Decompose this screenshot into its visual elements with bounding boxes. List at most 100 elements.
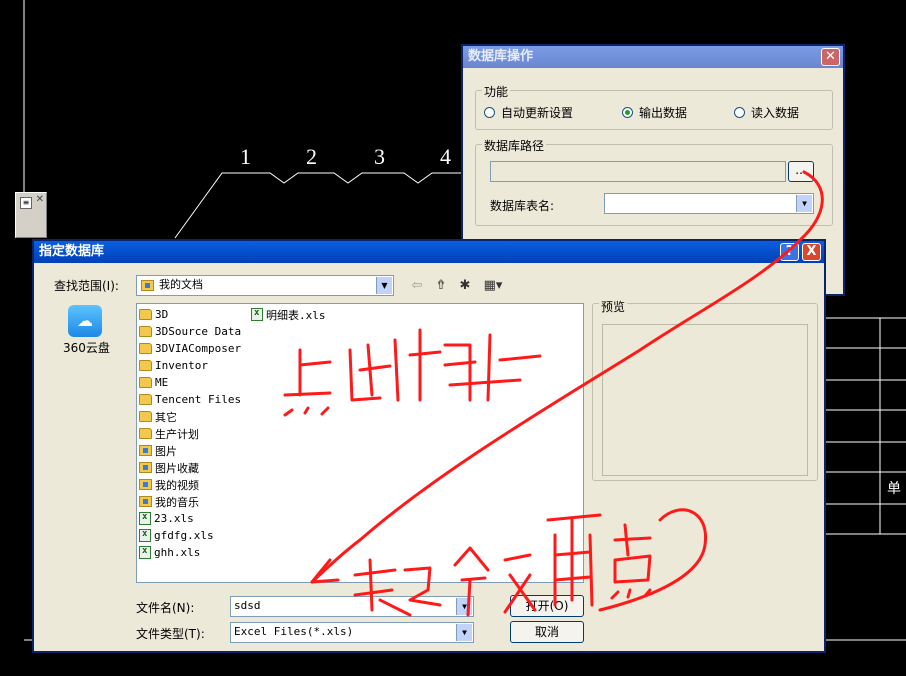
preview-label: 预览 xyxy=(599,298,628,315)
radio-auto-update-dot xyxy=(484,107,495,118)
table-name-select[interactable]: ▼ xyxy=(604,193,814,214)
file-name-label: 文件名(N): xyxy=(136,601,195,615)
pictures-folder-icon xyxy=(139,462,152,473)
radio-auto-update[interactable]: 自动更新设置 xyxy=(484,104,573,121)
radio-import-data-label: 读入数据 xyxy=(751,106,800,120)
radio-export-data[interactable]: 输出数据 xyxy=(622,104,687,121)
list-item[interactable]: ghh.xls xyxy=(139,544,200,561)
look-in-label: 查找范围(I): xyxy=(54,279,119,293)
file-name: 23.xls xyxy=(154,512,194,525)
file-name: Tencent Files xyxy=(155,393,242,406)
browse-button[interactable]: ... xyxy=(788,161,814,182)
list-item[interactable]: gfdfg.xls xyxy=(139,527,214,544)
radio-import-data-dot xyxy=(734,107,745,118)
list-item[interactable]: 23.xls xyxy=(139,510,194,527)
list-item[interactable]: Tencent Files xyxy=(139,391,241,408)
file-name: Inventor xyxy=(155,359,208,372)
file-name: ME xyxy=(155,376,169,389)
file-name-value: sdsd xyxy=(234,599,261,612)
help-button[interactable]: ? xyxy=(780,243,799,261)
cad-number-1: 1 xyxy=(240,144,251,169)
list-item[interactable]: ME xyxy=(139,374,168,391)
palette-icon: ≡ xyxy=(20,197,32,209)
list-item[interactable]: 我的音乐 xyxy=(139,493,199,510)
list-item[interactable]: 生产计划 xyxy=(139,425,199,442)
look-in-value: 我的文档 xyxy=(159,278,203,291)
cloud-drive-icon[interactable]: ☁ xyxy=(68,305,102,337)
file-name: 3D xyxy=(155,308,169,321)
chevron-down-icon: ▼ xyxy=(456,624,472,641)
excel-file-icon xyxy=(139,529,151,542)
radio-auto-update-label: 自动更新设置 xyxy=(501,106,574,120)
file-name: 3DSource Data xyxy=(155,325,242,338)
file-list[interactable]: 3D 3DSource Data 3DVIAComposer Inventor … xyxy=(136,303,584,583)
file-name-input[interactable]: sdsd ▼ xyxy=(230,596,474,617)
look-in-select[interactable]: 我的文档 ▼ xyxy=(136,275,394,296)
folder-icon xyxy=(139,360,152,371)
folder-icon xyxy=(139,309,152,320)
radio-export-data-label: 输出数据 xyxy=(639,106,688,120)
file-name: 其它 xyxy=(155,410,177,424)
function-group-label: 功能 xyxy=(482,83,511,100)
function-group: 功能 自动更新设置 输出数据 读入数据 xyxy=(475,83,833,130)
database-path-label: 数据库路径 xyxy=(482,137,547,154)
db-window-titlebar[interactable]: 数据库操作 ✕ xyxy=(463,46,843,68)
file-name: 明细表.xls xyxy=(266,308,326,322)
file-name: ghh.xls xyxy=(154,546,201,559)
my-documents-icon xyxy=(141,280,154,291)
folder-icon xyxy=(139,411,152,422)
preview-panel: 预览 xyxy=(592,298,818,481)
list-item[interactable]: 我的视频 xyxy=(139,476,199,493)
db-window-title: 数据库操作 xyxy=(468,49,534,64)
view-menu-icon[interactable]: ▦▾ xyxy=(480,278,506,294)
open-dialog-close-button[interactable]: X xyxy=(802,243,821,261)
list-item[interactable]: 图片收藏 xyxy=(139,459,199,476)
table-name-label: 数据库表名: xyxy=(490,199,555,213)
open-dialog-titlebar[interactable]: 指定数据库 ? X xyxy=(34,241,824,263)
file-type-value: Excel Files(*.xls) xyxy=(234,625,354,638)
new-folder-icon[interactable]: ✱ xyxy=(456,278,474,294)
pictures-folder-icon xyxy=(139,445,152,456)
file-type-label: 文件类型(T): xyxy=(136,627,205,641)
database-path-field[interactable] xyxy=(490,161,786,182)
file-name: 生产计划 xyxy=(155,427,199,441)
open-button[interactable]: 打开(O) xyxy=(510,595,584,617)
list-item[interactable]: 3DVIAComposer xyxy=(139,340,241,357)
excel-file-icon xyxy=(139,546,151,559)
file-name: 我的音乐 xyxy=(155,495,199,509)
cad-number-4: 4 xyxy=(440,144,451,169)
excel-file-icon xyxy=(251,308,263,321)
cad-number-2: 2 xyxy=(306,144,317,169)
music-folder-icon xyxy=(139,496,152,507)
radio-import-data[interactable]: 读入数据 xyxy=(734,104,799,121)
chevron-down-icon: ▼ xyxy=(796,195,812,212)
file-name: 图片收藏 xyxy=(155,461,199,475)
radio-export-data-dot xyxy=(622,107,633,118)
list-item[interactable]: Inventor xyxy=(139,357,208,374)
list-item[interactable]: 3DSource Data xyxy=(139,323,241,340)
cancel-button[interactable]: 取消 xyxy=(510,621,584,643)
file-name: 3DVIAComposer xyxy=(155,342,242,355)
open-dialog-title: 指定数据库 xyxy=(39,244,105,259)
db-window-close-button[interactable]: ✕ xyxy=(821,48,840,66)
back-arrow-icon[interactable]: ⇦ xyxy=(408,278,426,294)
file-name: 图片 xyxy=(155,444,177,458)
up-folder-icon[interactable]: ⇮ xyxy=(432,278,450,294)
palette-close-icon[interactable]: ✕ xyxy=(36,194,44,205)
file-name: gfdfg.xls xyxy=(154,529,214,542)
open-database-dialog: 指定数据库 ? X 查找范围(I): 我的文档 ▼ ⇦ ⇮ ✱ ▦▾ ☁ 360… xyxy=(32,239,826,653)
folder-icon xyxy=(139,326,152,337)
cad-table-text: 单 xyxy=(887,481,901,497)
sidebar-item-360-cloud[interactable]: 360云盘 xyxy=(63,339,110,356)
list-item[interactable]: 3D xyxy=(139,306,168,323)
folder-icon xyxy=(139,394,152,405)
folder-icon xyxy=(139,377,152,388)
list-item[interactable]: 其它 xyxy=(139,408,177,425)
list-item[interactable]: 明细表.xls xyxy=(251,306,326,323)
chevron-down-icon: ▼ xyxy=(456,598,472,615)
file-type-select[interactable]: Excel Files(*.xls) ▼ xyxy=(230,622,474,643)
list-item[interactable]: 图片 xyxy=(139,442,177,459)
folder-icon xyxy=(139,428,152,439)
folder-icon xyxy=(139,343,152,354)
tool-palette[interactable]: ≡ ✕ xyxy=(15,192,47,238)
